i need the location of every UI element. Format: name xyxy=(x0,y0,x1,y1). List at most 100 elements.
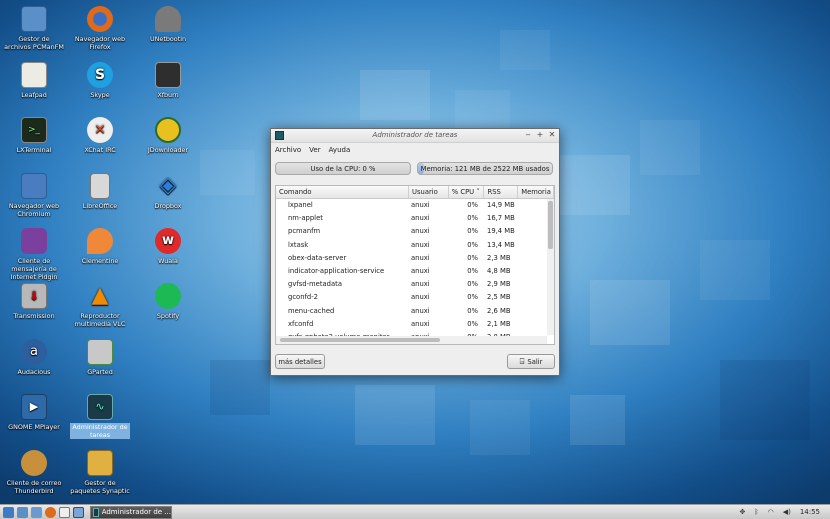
cell-command: gconfd-2 xyxy=(288,293,319,302)
desktop-icon-xfburn[interactable]: Xfburn xyxy=(138,62,198,99)
desktop-icon-task-manager[interactable]: ∿ Administrador de tareas xyxy=(70,394,130,439)
jdownloader-icon xyxy=(155,117,181,143)
firefox-icon[interactable] xyxy=(45,506,56,518)
vertical-scrollbar-thumb[interactable] xyxy=(548,201,553,249)
taskbar-task-label: Administrador de ... xyxy=(101,508,171,516)
cell-command: xfconfd xyxy=(288,319,314,328)
thunderbird-icon xyxy=(21,450,47,476)
taskbar-task-manager-button[interactable]: Administrador de ... xyxy=(90,505,172,519)
desktop-icon-unetbootin[interactable]: UNetbootin xyxy=(138,6,198,43)
table-row[interactable]: menu-cached anuxi 0% 2,6 MB xyxy=(276,305,554,318)
column-header-cpu[interactable]: % CPU ˅ xyxy=(449,186,485,198)
desktop-icon-firefox[interactable]: Navegador web Firefox xyxy=(70,6,130,51)
desktop-icon-gnome-mplayer[interactable]: ▶ GNOME MPlayer xyxy=(4,394,64,431)
cell-rss: 2,6 MB xyxy=(487,306,511,315)
spotify-icon xyxy=(155,283,181,309)
table-header: Comando Usuario % CPU ˅ RSS Memoria xyxy=(276,186,554,199)
desktop-icon-synaptic[interactable]: Gestor de paquetes Synaptic xyxy=(70,450,130,495)
menu-launcher-icon[interactable] xyxy=(3,506,14,518)
more-details-button[interactable]: más detalles xyxy=(275,354,325,369)
xchat-icon: ✕ xyxy=(87,117,113,143)
cell-cpu: 0% xyxy=(467,293,478,302)
dropbox-icon: ◈ xyxy=(159,173,177,198)
firefox-icon xyxy=(87,6,113,32)
cell-memory xyxy=(520,278,550,291)
close-icon[interactable]: ✕ xyxy=(547,130,557,139)
desktop-icon-vlc[interactable]: ▲ Reproductor multimedia VLC xyxy=(70,283,130,329)
terminal-icon[interactable] xyxy=(59,506,70,518)
desktop-icon-pcmanfm[interactable]: Gestor de archivos PCManFM xyxy=(4,6,64,51)
vertical-scrollbar[interactable] xyxy=(547,199,554,335)
table-row[interactable]: pcmanfm anuxi 0% 19,4 MB xyxy=(276,225,554,238)
table-row[interactable]: xfconfd anuxi 0% 2,1 MB xyxy=(276,318,554,331)
desktop-icon-pidgin[interactable]: Cliente de mensajería de Internet Pidgin xyxy=(4,228,64,281)
memory-meter: Memoria: 121 MB de 2522 MB usados xyxy=(417,162,553,175)
table-row[interactable]: obex-data-server anuxi 0% 2,3 MB xyxy=(276,252,554,265)
vlc-icon: ▲ xyxy=(91,283,109,308)
cell-rss: 16,7 MB xyxy=(487,214,515,223)
cell-memory xyxy=(520,212,550,225)
workspace-icon[interactable] xyxy=(73,506,84,518)
synaptic-icon xyxy=(87,450,113,476)
desktop-icon-xchat[interactable]: ✕ XChat IRC xyxy=(70,117,130,154)
menu-ayuda[interactable]: Ayuda xyxy=(329,146,351,154)
cell-rss: 2,9 MB xyxy=(487,280,511,289)
horizontal-scrollbar[interactable] xyxy=(276,336,547,344)
desktop-icon-skype[interactable]: S Skype xyxy=(70,62,130,99)
cell-user: anuxi xyxy=(411,201,430,209)
column-header-comando[interactable]: Comando xyxy=(276,186,409,198)
desktop-icon-dropbox[interactable]: ◈ Dropbox xyxy=(138,173,198,211)
menu-archivo[interactable]: Archivo xyxy=(275,146,301,154)
maximize-icon[interactable]: + xyxy=(535,130,545,139)
menu-bar: Archivo Ver Ayuda xyxy=(271,143,559,157)
desktop-icon-leafpad[interactable]: Leafpad xyxy=(4,62,64,99)
table-row[interactable]: lxtask anuxi 0% 13,4 MB xyxy=(276,239,554,252)
clementine-icon xyxy=(87,228,113,254)
desktop-icon-jdownloader[interactable]: JDownloader xyxy=(138,117,198,154)
clock[interactable]: 14:55 xyxy=(800,508,820,516)
volume-icon[interactable]: ◀) xyxy=(783,508,791,516)
process-table[interactable]: Comando Usuario % CPU ˅ RSS Memoria lxpa… xyxy=(275,185,555,345)
cell-memory xyxy=(520,199,550,212)
table-row[interactable]: gconfd-2 anuxi 0% 2,5 MB xyxy=(276,291,554,304)
desktop-icon-chromium[interactable]: Navegador web Chromium xyxy=(4,173,64,218)
cell-rss: 2,5 MB xyxy=(487,293,511,302)
table-row[interactable]: nm-applet anuxi 0% 16,7 MB xyxy=(276,212,554,225)
column-header-usuario[interactable]: Usuario xyxy=(409,186,449,198)
cell-rss: 14,9 MB xyxy=(487,201,515,209)
desktop-icon-thunderbird[interactable]: Cliente de correo Thunderbird xyxy=(4,450,64,495)
unetbootin-icon xyxy=(155,6,181,32)
table-row[interactable]: lxpanel anuxi 0% 14,9 MB xyxy=(276,199,554,212)
skype-icon: S xyxy=(87,62,113,88)
file-manager-icon[interactable] xyxy=(31,506,42,518)
desktop-icon-gparted[interactable]: GParted xyxy=(70,339,130,376)
cell-command: obex-data-server xyxy=(288,253,347,262)
minimize-icon[interactable]: ‒ xyxy=(523,130,533,139)
title-bar[interactable]: Administrador de tareas ‒ + ✕ xyxy=(271,129,559,143)
desktop-icon-transmission[interactable]: ⬇ Transmission xyxy=(4,283,64,320)
libreoffice-icon xyxy=(90,173,110,199)
menu-ver[interactable]: Ver xyxy=(309,146,320,154)
folder-icon xyxy=(21,6,47,32)
cell-cpu: 0% xyxy=(467,214,478,223)
table-row[interactable]: indicator-application-service anuxi 0% 4,8 … xyxy=(276,265,554,278)
desktop-icon-lxterminal[interactable]: >_ LXTerminal xyxy=(4,117,64,154)
show-desktop-icon[interactable] xyxy=(17,506,28,518)
table-row[interactable]: gvfsd-metadata anuxi 0% 2,9 MB xyxy=(276,278,554,291)
more-details-label: más detalles xyxy=(278,357,322,366)
task-manager-window[interactable]: Administrador de tareas ‒ + ✕ Archivo Ve… xyxy=(270,128,560,376)
column-header-memoria[interactable]: Memoria xyxy=(518,186,554,198)
desktop-icon-wuala[interactable]: w Wuala xyxy=(138,228,198,265)
sort-desc-icon: ˅ xyxy=(476,188,480,196)
dropbox-icon[interactable]: ✥ xyxy=(740,508,746,516)
horizontal-scrollbar-thumb[interactable] xyxy=(280,338,440,342)
quit-button[interactable]: ⍈ Salir xyxy=(507,354,555,369)
desktop-icon-audacious[interactable]: a Audacious xyxy=(4,339,64,376)
desktop-icon-libreoffice[interactable]: LibreOffice xyxy=(70,173,130,210)
column-header-rss[interactable]: RSS xyxy=(484,186,519,198)
bluetooth-icon[interactable]: ᛒ xyxy=(754,508,758,516)
cell-command: gvfsd-metadata xyxy=(288,280,342,289)
wifi-icon[interactable]: ◠ xyxy=(768,508,774,516)
desktop-icon-spotify[interactable]: Spotify xyxy=(138,283,198,320)
desktop-icon-clementine[interactable]: Clementine xyxy=(70,228,130,265)
